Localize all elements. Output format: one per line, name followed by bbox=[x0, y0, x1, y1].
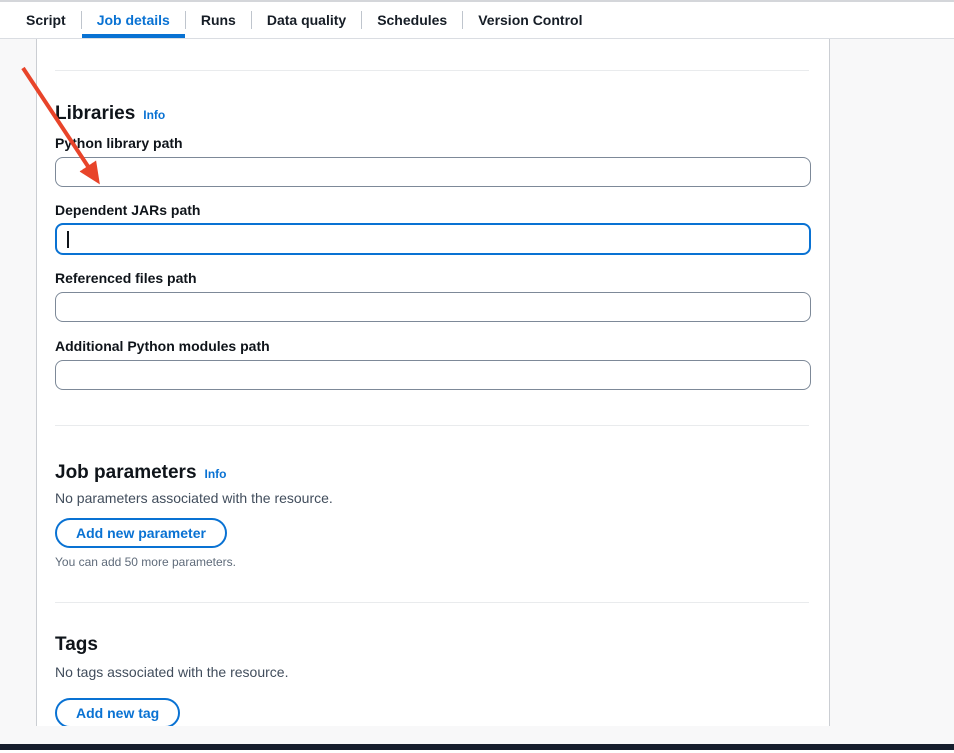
app-window: Script Job details Runs Data quality Sch… bbox=[0, 0, 954, 753]
tags-title-text: Tags bbox=[55, 634, 98, 655]
tab-data-quality[interactable]: Data quality bbox=[252, 2, 361, 38]
dependent-jars-path-field bbox=[55, 223, 809, 255]
libraries-heading: Libraries Info bbox=[55, 103, 809, 126]
page-background: Libraries Info Python library path Depend… bbox=[0, 39, 954, 744]
tab-schedules[interactable]: Schedules bbox=[362, 2, 462, 38]
libraries-info-link[interactable]: Info bbox=[143, 108, 165, 122]
dependent-jars-path-input[interactable] bbox=[55, 223, 811, 255]
add-new-parameter-button[interactable]: Add new parameter bbox=[55, 518, 227, 548]
job-parameters-helper-text: You can add 50 more parameters. bbox=[55, 554, 809, 570]
tab-script[interactable]: Script bbox=[11, 2, 81, 38]
additional-python-modules-path-field bbox=[55, 360, 809, 390]
libraries-title-text: Libraries bbox=[55, 103, 135, 124]
python-library-path-field bbox=[55, 157, 809, 187]
dependent-jars-path-label: Dependent JARs path bbox=[55, 201, 809, 219]
job-parameters-heading: Job parameters Info bbox=[55, 462, 809, 485]
referenced-files-path-input[interactable] bbox=[55, 292, 811, 322]
section-divider bbox=[55, 602, 809, 603]
tags-empty-text: No tags associated with the resource. bbox=[55, 664, 809, 680]
additional-python-modules-path-label: Additional Python modules path bbox=[55, 337, 809, 355]
job-parameters-title-text: Job parameters bbox=[55, 462, 197, 483]
referenced-files-path-label: Referenced files path bbox=[55, 269, 809, 287]
job-parameters-info-link[interactable]: Info bbox=[205, 467, 227, 481]
tab-runs[interactable]: Runs bbox=[186, 2, 251, 38]
python-library-path-label: Python library path bbox=[55, 134, 809, 152]
referenced-files-path-field bbox=[55, 292, 809, 322]
section-divider bbox=[55, 70, 809, 71]
tab-job-details[interactable]: Job details bbox=[82, 2, 185, 38]
window-bottom-bar bbox=[0, 744, 954, 750]
text-cursor bbox=[67, 231, 69, 248]
python-library-path-input[interactable] bbox=[55, 157, 811, 187]
job-tabs: Script Job details Runs Data quality Sch… bbox=[0, 0, 954, 39]
content-panel: Libraries Info Python library path Depend… bbox=[36, 39, 830, 726]
additional-python-modules-path-input[interactable] bbox=[55, 360, 811, 390]
tab-version-control[interactable]: Version Control bbox=[463, 2, 597, 38]
add-new-tag-button[interactable]: Add new tag bbox=[55, 698, 180, 726]
job-parameters-empty-text: No parameters associated with the resour… bbox=[55, 490, 809, 506]
tags-heading: Tags bbox=[55, 634, 809, 656]
section-divider bbox=[55, 425, 809, 426]
